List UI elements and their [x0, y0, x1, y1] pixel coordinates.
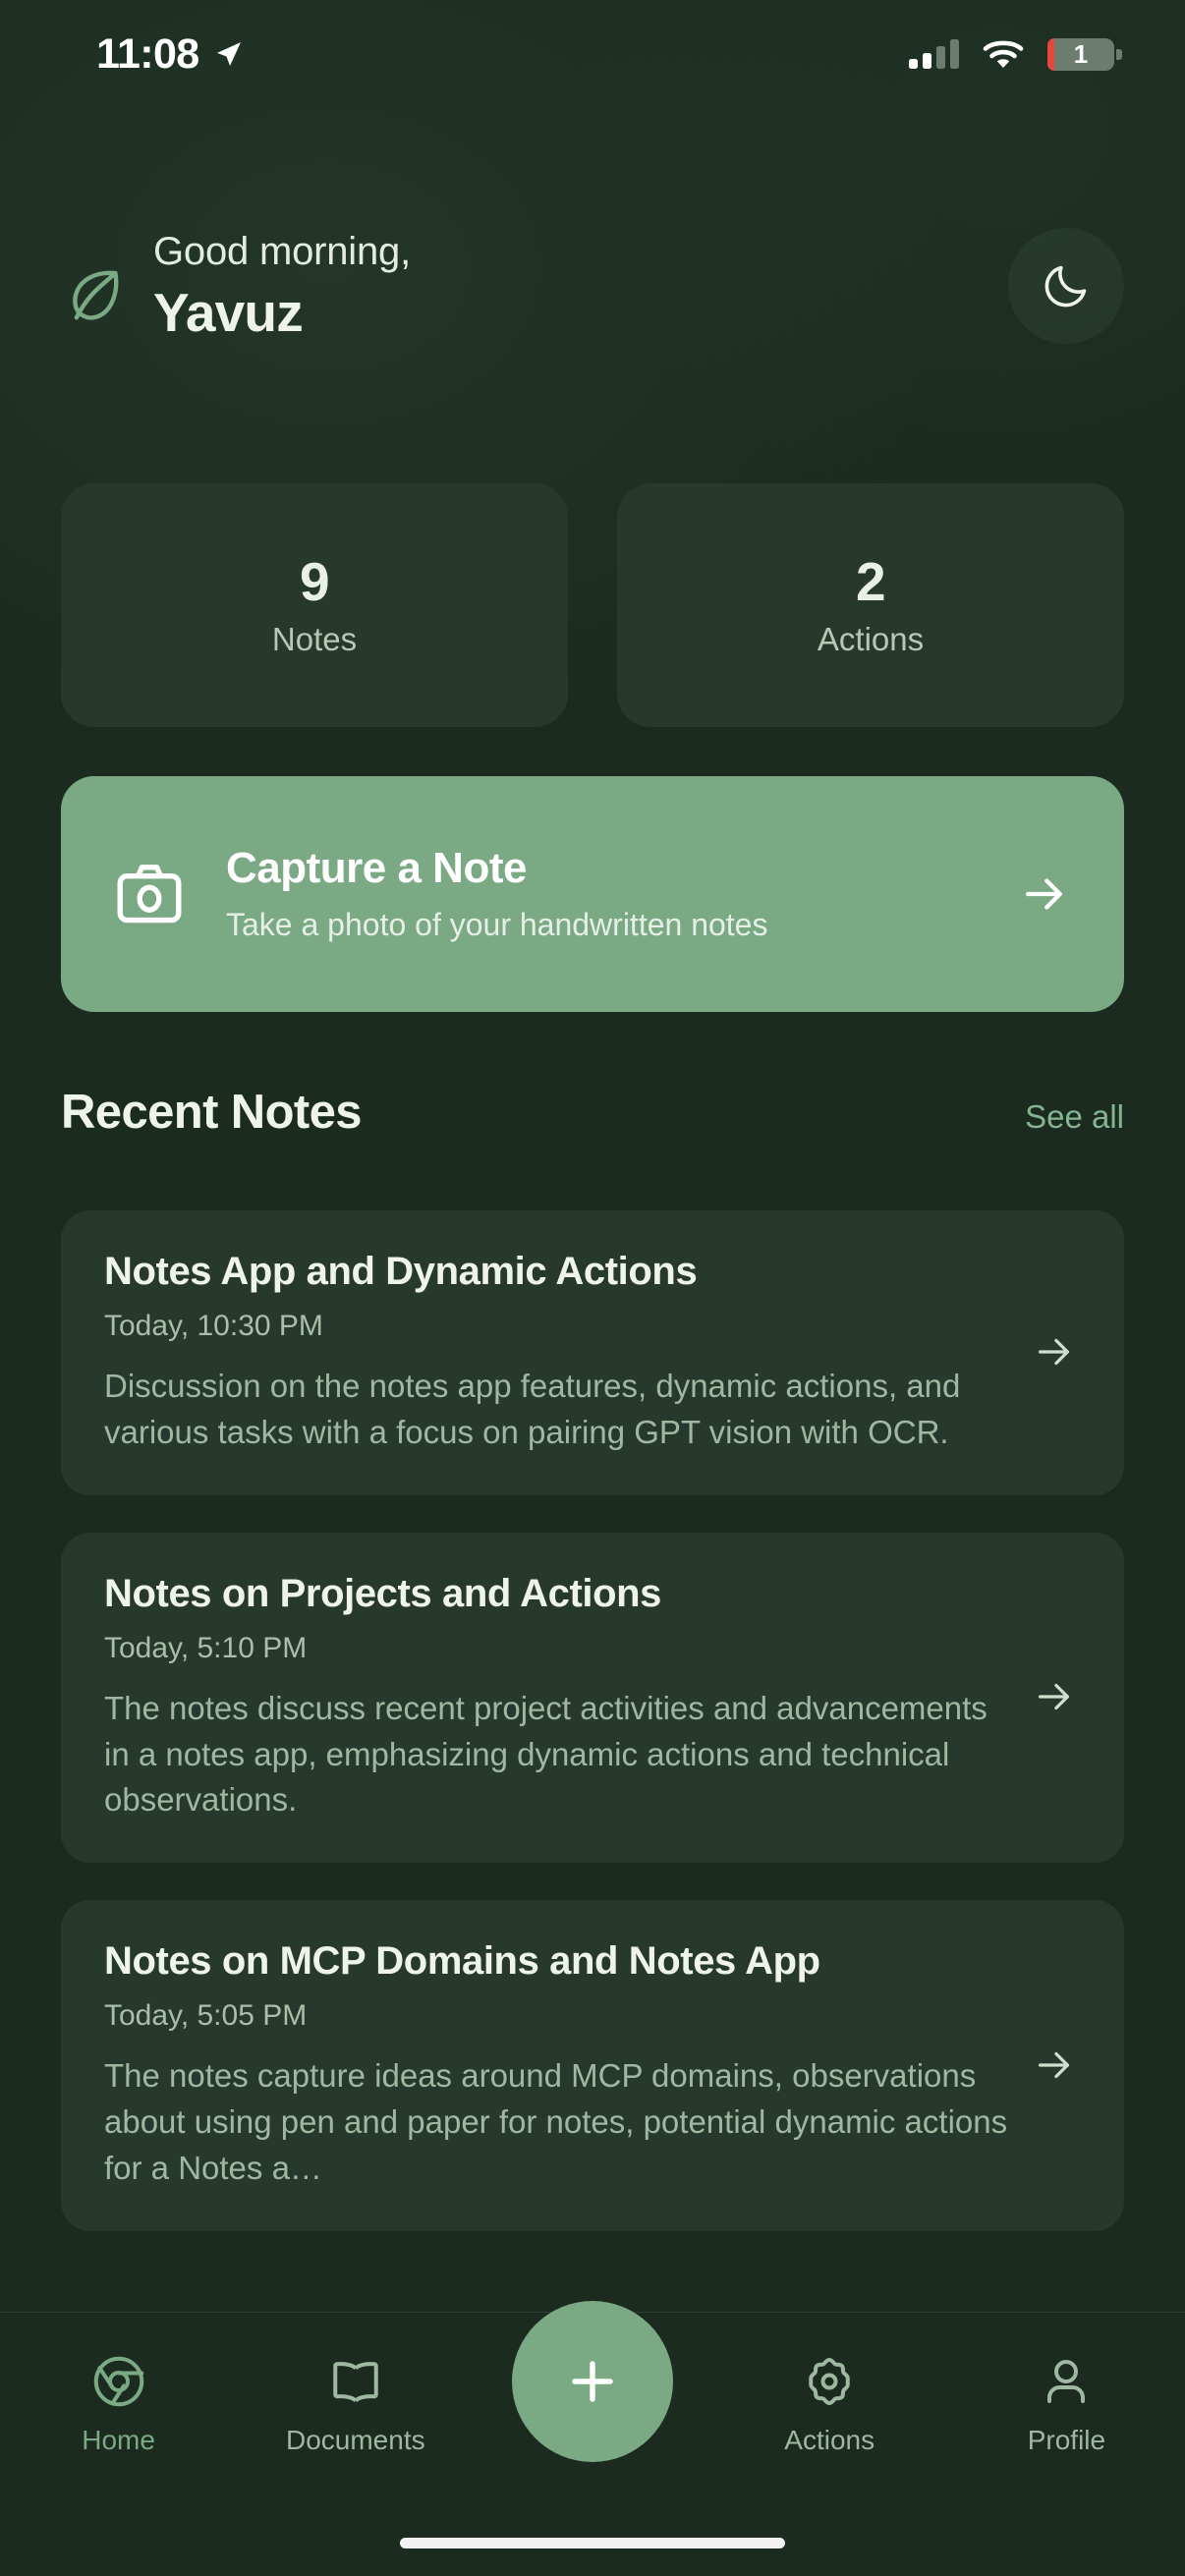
book-open-icon: [333, 2362, 378, 2403]
capture-title: Capture a Note: [226, 843, 527, 892]
cellular-signal-icon: [909, 39, 959, 69]
note-snippet: Discussion on the notes app features, dy…: [104, 1368, 961, 1450]
table-row[interactable]: Notes App and Dynamic Actions Today, 10:…: [61, 1210, 1124, 1495]
see-all-link[interactable]: See all: [1025, 1100, 1124, 1133]
nav-item-documents[interactable]: Documents: [237, 2352, 474, 2454]
stat-card-actions[interactable]: 2 Actions: [617, 483, 1124, 727]
note-body: Notes App and Dynamic Actions Today, 10:…: [104, 1248, 1010, 1456]
moon-icon: [1044, 266, 1087, 308]
note-timestamp: Today, 5:05 PM: [104, 1999, 308, 2033]
note-open-button[interactable]: [1028, 1329, 1081, 1374]
stat-card-notes[interactable]: 9 Notes: [61, 483, 568, 727]
leaf-icon: [61, 264, 132, 325]
note-snippet: The notes discuss recent project activit…: [104, 1689, 988, 1819]
recent-notes-header: Recent Notes See all: [61, 1089, 1124, 1137]
location-arrow-icon: [216, 42, 241, 66]
note-open-button[interactable]: [1028, 1674, 1081, 1719]
note-timestamp: Today, 5:10 PM: [104, 1631, 308, 1664]
nav-label: Documents: [285, 2425, 425, 2455]
camera-icon: [117, 865, 182, 924]
chrome-circle-icon: [93, 2356, 143, 2407]
note-title: Notes App and Dynamic Actions: [104, 1250, 698, 1293]
home-indicator: [400, 2538, 785, 2548]
capture-subtitle: Take a photo of your handwritten notes: [226, 907, 768, 943]
note-body: Notes on MCP Domains and Notes App Today…: [104, 1937, 1010, 2192]
page-title: Recent Notes: [61, 1086, 363, 1139]
status-time: 11:08: [96, 29, 199, 78]
stat-label: Actions: [817, 621, 925, 657]
wifi-icon: [983, 40, 1024, 68]
status-bar-left: 11:08: [96, 29, 245, 78]
nav-item-profile[interactable]: Profile: [948, 2352, 1185, 2454]
theme-toggle-button[interactable]: [1008, 228, 1124, 345]
note-snippet: The notes capture ideas around MCP domai…: [104, 2057, 1008, 2187]
note-title: Notes on MCP Domains and Notes App: [104, 1939, 820, 1984]
nav-item-actions[interactable]: Actions: [711, 2352, 948, 2454]
nav-label: Home: [82, 2425, 155, 2455]
plus-icon: [572, 2361, 613, 2402]
table-row[interactable]: Notes on MCP Domains and Notes App Today…: [61, 1900, 1124, 2231]
note-body: Notes on Projects and Actions Today, 5:1…: [104, 1570, 1010, 1824]
table-row[interactable]: Notes on Projects and Actions Today, 5:1…: [61, 1532, 1124, 1864]
stat-value: 2: [855, 551, 886, 612]
greeting-header: Good morning, Yavuz: [0, 228, 1185, 345]
note-open-button[interactable]: [1028, 2043, 1081, 2088]
arrow-right-icon: [1038, 1338, 1070, 1365]
recent-notes-list: Notes App and Dynamic Actions Today, 10:…: [61, 1210, 1124, 2268]
note-timestamp: Today, 10:30 PM: [104, 1310, 323, 1342]
arrow-right-icon: [1038, 2051, 1070, 2078]
note-title: Notes on Projects and Actions: [104, 1571, 662, 1615]
nav-label: Actions: [784, 2425, 875, 2455]
status-bar-right: 1: [909, 37, 1122, 71]
arrow-right-icon: [1025, 878, 1062, 910]
greeting-text: Good morning, Yavuz: [132, 228, 1008, 345]
add-note-fab[interactable]: [512, 2301, 673, 2462]
nav-item-home[interactable]: Home: [0, 2352, 237, 2454]
person-icon: [1047, 2360, 1086, 2403]
status-bar: 11:08 1: [0, 0, 1185, 108]
capture-note-card[interactable]: Capture a Note Take a photo of your hand…: [61, 776, 1124, 1012]
battery-level: 1: [1073, 39, 1089, 69]
gear-icon: [809, 2358, 850, 2405]
greeting-line: Good morning,: [153, 230, 411, 273]
stat-value: 9: [299, 551, 330, 612]
arrow-right-icon: [1038, 1683, 1070, 1710]
user-name: Yavuz: [153, 282, 304, 343]
stat-label: Notes: [271, 621, 358, 657]
stat-cards: 9 Notes 2 Actions: [61, 483, 1124, 727]
app-screen: 11:08 1 Good morning, Yavuz 9 Notes 2 Ac…: [0, 0, 1185, 2576]
capture-text: Capture a Note Take a photo of your hand…: [226, 844, 979, 945]
battery-icon: 1: [1047, 37, 1122, 71]
nav-label: Profile: [1027, 2425, 1106, 2455]
